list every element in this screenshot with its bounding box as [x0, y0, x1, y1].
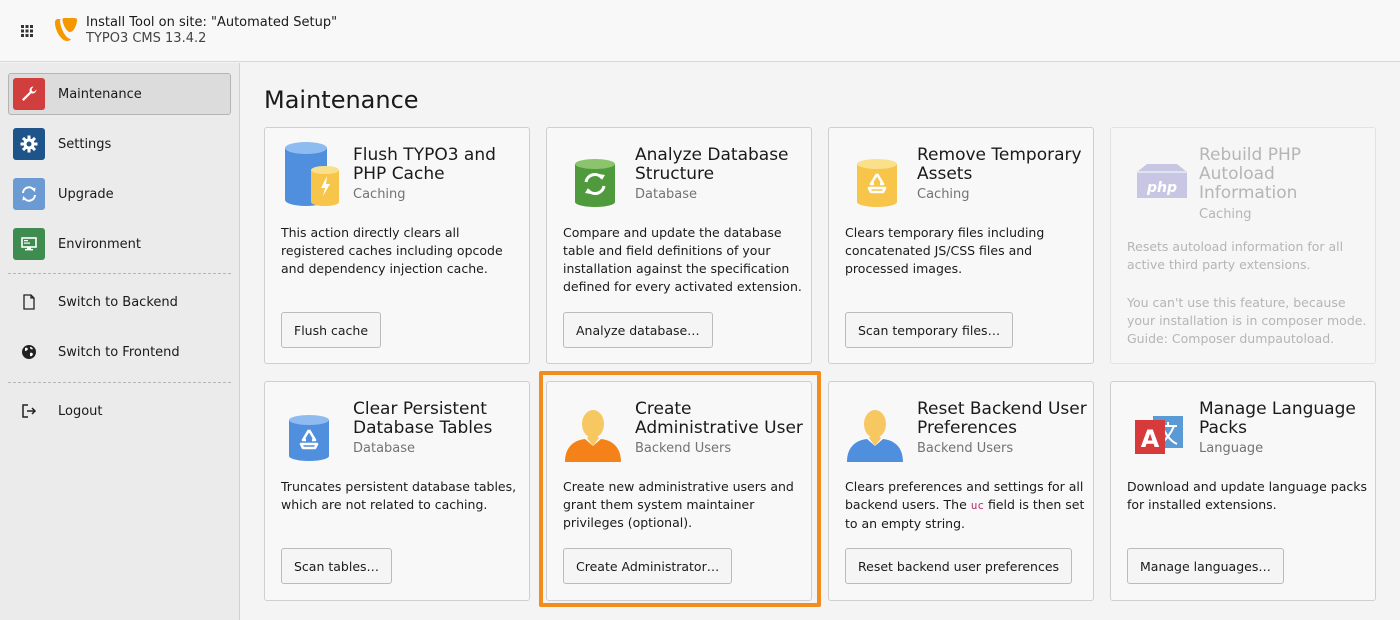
- card-title: Create Administrative User: [635, 399, 803, 438]
- top-bar: Install Tool on site: "Automated Setup" …: [0, 0, 1400, 62]
- card-description: Clears temporary files including concate…: [845, 225, 1045, 276]
- sidebar-item-switch-frontend[interactable]: Switch to Frontend: [8, 331, 231, 373]
- card-title: Manage Language Packs: [1199, 399, 1356, 438]
- card-clear-persistent-tables: Clear Persistent Database Tables Databas…: [264, 381, 530, 601]
- card-description: Truncates persistent database tables, wh…: [281, 479, 517, 512]
- sidebar-divider: [8, 382, 231, 383]
- sidebar-divider: [8, 273, 231, 274]
- card-title: Reset Backend User Preferences: [917, 399, 1087, 438]
- card-manage-language-packs: A Manage Language Packs Language Downloa…: [1110, 381, 1376, 601]
- manage-languages-button[interactable]: Manage languages…: [1127, 548, 1284, 584]
- sidebar-item-settings[interactable]: Settings: [8, 123, 231, 165]
- card-note: You can't use this feature, because your…: [1127, 295, 1367, 346]
- database-sync-icon: [563, 142, 623, 208]
- sidebar-item-upgrade[interactable]: Upgrade: [8, 173, 231, 215]
- recycle-database-icon: [281, 396, 341, 462]
- cache-cylinders-icon: [281, 142, 341, 208]
- sidebar-item-maintenance[interactable]: Maintenance: [8, 73, 231, 115]
- card-subtitle: Database: [635, 187, 698, 202]
- language-icon: A: [1127, 396, 1187, 462]
- sidebar-item-switch-backend[interactable]: Switch to Backend: [8, 281, 231, 323]
- gear-icon: [13, 128, 45, 160]
- typo3-logo-icon: [54, 16, 78, 42]
- card-title: Analyze Database Structure: [635, 145, 789, 184]
- card-subtitle: Language: [1199, 441, 1264, 456]
- user-icon: [845, 396, 905, 462]
- card-description: This action directly clears all register…: [281, 225, 503, 276]
- sidebar-item-logout[interactable]: Logout: [8, 390, 231, 432]
- sidebar-item-label: Switch to Frontend: [58, 344, 180, 360]
- card-title: Flush TYPO3 and PHP Cache: [353, 145, 496, 184]
- site-title: Install Tool on site: "Automated Setup": [86, 15, 338, 30]
- logout-icon: [13, 395, 45, 427]
- card-flush-cache: Flush TYPO3 and PHP Cache Caching This a…: [264, 127, 530, 364]
- card-subtitle: Caching: [1199, 207, 1252, 222]
- sidebar: Maintenance Settings Upgrade Environment…: [0, 63, 240, 620]
- monitor-icon: [13, 228, 45, 260]
- card-remove-temporary-assets: Remove Temporary Assets Caching Clears t…: [828, 127, 1094, 364]
- card-subtitle: Backend Users: [917, 441, 1014, 456]
- card-subtitle: Database: [353, 441, 416, 456]
- sidebar-item-label: Settings: [58, 136, 112, 152]
- svg-text:php: php: [1146, 180, 1177, 196]
- globe-icon: [13, 336, 45, 368]
- svg-text:A: A: [1141, 425, 1160, 453]
- uc-field-code: uc: [970, 499, 984, 512]
- card-create-admin-user: Create Administrative User Backend Users…: [546, 381, 812, 601]
- card-title: Clear Persistent Database Tables: [353, 399, 493, 438]
- reset-preferences-button[interactable]: Reset backend user preferences: [845, 548, 1073, 584]
- card-title: Rebuild PHP Autoload Information: [1199, 145, 1301, 203]
- sidebar-item-label: Upgrade: [58, 186, 114, 202]
- card-subtitle: Backend Users: [635, 441, 732, 456]
- card-reset-backend-preferences: Reset Backend User Preferences Backend U…: [828, 381, 1094, 601]
- page-title: Maintenance: [264, 86, 419, 114]
- flush-cache-button[interactable]: Flush cache: [281, 312, 382, 348]
- card-description: Download and update language packs for i…: [1127, 479, 1368, 512]
- php-package-icon: php: [1127, 142, 1187, 208]
- card-description: Resets autoload information for all acti…: [1127, 239, 1344, 272]
- card-subtitle: Caching: [353, 187, 406, 202]
- sidebar-item-environment[interactable]: Environment: [8, 223, 231, 265]
- file-icon: [13, 286, 45, 318]
- card-title: Remove Temporary Assets: [917, 145, 1082, 184]
- admin-user-icon: [563, 396, 623, 462]
- wrench-icon: [13, 78, 45, 110]
- recycle-cylinder-icon: [845, 142, 905, 208]
- card-subtitle: Caching: [917, 187, 970, 202]
- card-rebuild-php-autoload: php Rebuild PHP Autoload Information Cac…: [1110, 127, 1376, 364]
- card-analyze-database: Analyze Database Structure Database Comp…: [546, 127, 812, 364]
- sidebar-item-label: Maintenance: [58, 86, 142, 102]
- sidebar-item-label: Switch to Backend: [58, 294, 178, 310]
- card-description: Clears preferences and settings for all …: [845, 478, 1085, 533]
- scan-tables-button[interactable]: Scan tables…: [281, 548, 393, 584]
- analyze-database-button[interactable]: Analyze database…: [563, 312, 713, 348]
- app-grid-icon[interactable]: [19, 23, 37, 41]
- sidebar-item-label: Logout: [58, 403, 103, 419]
- create-administrator-button[interactable]: Create Administrator…: [563, 548, 733, 584]
- sidebar-item-label: Environment: [58, 236, 142, 252]
- card-description: Create new administrative users and gran…: [563, 479, 794, 530]
- refresh-icon: [13, 178, 45, 210]
- cms-version: TYPO3 CMS 13.4.2: [86, 31, 207, 46]
- card-description: Compare and update the database table an…: [563, 225, 802, 294]
- scan-temporary-files-button[interactable]: Scan temporary files…: [845, 312, 1014, 348]
